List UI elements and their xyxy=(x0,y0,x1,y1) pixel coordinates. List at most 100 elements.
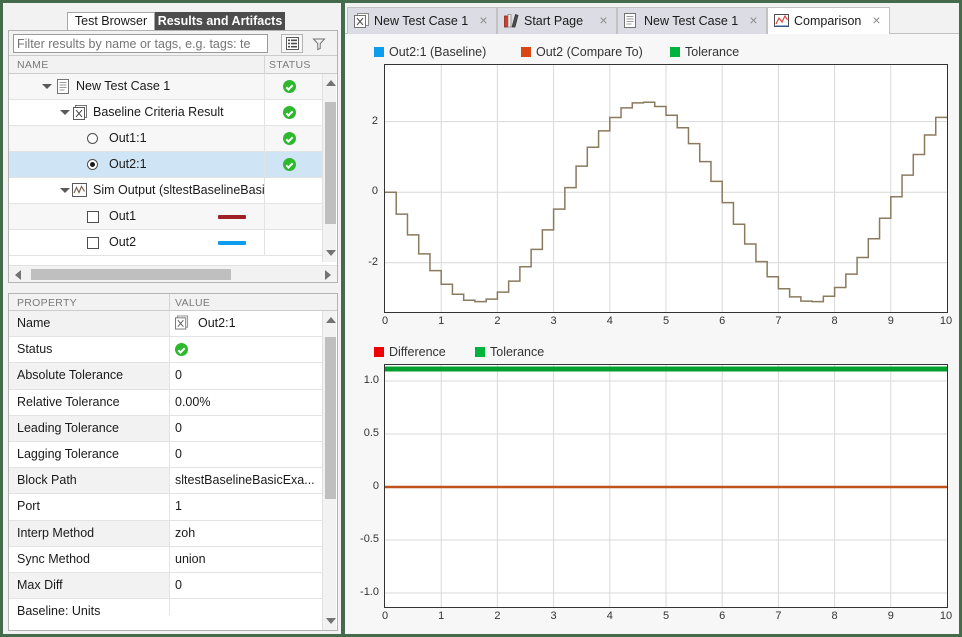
scroll-up-arrow-icon[interactable] xyxy=(326,80,336,86)
scroll-down-arrow-icon[interactable] xyxy=(326,250,336,256)
close-icon[interactable]: × xyxy=(869,13,884,28)
x-tick-label: 4 xyxy=(606,315,613,327)
property-row[interactable]: Baseline: Units xyxy=(9,599,322,615)
document-icon xyxy=(57,79,71,98)
legend-swatch xyxy=(374,347,384,357)
property-vertical-scrollbar[interactable] xyxy=(322,311,336,630)
tree-row[interactable]: Out2:1 xyxy=(9,152,322,178)
doc-tab-start-page[interactable]: Start Page × xyxy=(497,7,617,34)
right-panel: New Test Case 1 × Start Page × New Test … xyxy=(345,3,959,634)
tab-results-and-artifacts[interactable]: Results and Artifacts xyxy=(155,12,285,30)
property-row[interactable]: Name Out2:1 xyxy=(9,311,322,338)
close-icon[interactable]: × xyxy=(746,13,761,28)
scrollbar-thumb[interactable] xyxy=(31,269,231,280)
legend-label: Out2:1 (Baseline) xyxy=(389,45,487,59)
legend-label: Tolerance xyxy=(490,345,545,359)
legend-item[interactable]: Out2 (Compare To) xyxy=(521,45,643,61)
comparison-plot-icon xyxy=(774,13,790,29)
tree-col-status: STATUS xyxy=(269,59,311,71)
top-plot-area[interactable] xyxy=(384,64,948,313)
chevron-down-icon[interactable] xyxy=(42,84,52,89)
legend-item[interactable]: Difference xyxy=(374,345,446,361)
close-icon[interactable]: × xyxy=(476,13,491,28)
property-row[interactable]: Status xyxy=(9,337,322,364)
property-row[interactable]: Relative Tolerance 0.00% xyxy=(9,389,322,416)
tree-horizontal-scrollbar[interactable] xyxy=(9,265,337,282)
tree-row-status xyxy=(265,74,322,99)
x-tick-label: 0 xyxy=(381,315,389,327)
value-cell-bg xyxy=(170,337,322,363)
results-tree-panel: NAME STATUS New Test Case 1 xyxy=(8,30,338,283)
top-chart-y-axis-labels: 2 0 -2 xyxy=(350,64,380,313)
property-value: 0.00% xyxy=(175,394,211,409)
scroll-up-arrow-icon[interactable] xyxy=(326,317,336,323)
property-row[interactable]: Block Path sltestBaselineBasicExa... xyxy=(9,468,322,495)
property-key: Lagging Tolerance xyxy=(17,446,119,461)
property-row[interactable]: Sync Method union xyxy=(9,546,322,573)
filter-input[interactable] xyxy=(13,34,268,53)
property-key: Status xyxy=(17,342,53,357)
legend-label: Out2 (Compare To) xyxy=(536,45,643,59)
tree-row[interactable]: Sim Output (sltestBaselineBasi xyxy=(9,178,322,204)
results-tree[interactable]: New Test Case 1 Baseline Criteria Result xyxy=(9,74,322,262)
property-row[interactable]: Max Diff 0 xyxy=(9,572,322,600)
scroll-left-arrow-icon[interactable] xyxy=(15,270,21,280)
filter-funnel-icon[interactable] xyxy=(308,34,330,53)
property-key: Baseline: Units xyxy=(17,604,101,615)
y-tick-label: -0.5 xyxy=(360,533,379,545)
property-value: 0 xyxy=(175,420,182,435)
tree-row[interactable]: Baseline Criteria Result xyxy=(9,100,322,126)
value-cell-bg xyxy=(170,572,322,599)
property-value: sltestBaselineBasicExa... xyxy=(175,473,315,488)
property-row[interactable]: Lagging Tolerance 0 xyxy=(9,441,322,469)
close-icon[interactable]: × xyxy=(596,13,611,28)
list-view-icon[interactable] xyxy=(281,34,303,53)
legend-item[interactable]: Tolerance xyxy=(670,45,739,61)
value-cell-bg xyxy=(170,415,322,441)
signal-checkbox[interactable] xyxy=(87,237,99,249)
x-tick-label: 0 xyxy=(381,610,389,622)
tab-test-browser[interactable]: Test Browser xyxy=(67,12,155,30)
x-tick-label: 9 xyxy=(887,610,894,622)
legend-item[interactable]: Out2:1 (Baseline) xyxy=(374,45,486,61)
doc-tab-comparison[interactable]: Comparison × xyxy=(767,7,890,34)
signal-radio-on[interactable] xyxy=(87,159,98,170)
tree-row[interactable]: Out1:1 xyxy=(9,126,322,152)
value-cell-bg xyxy=(170,363,322,389)
tree-vertical-scrollbar[interactable] xyxy=(322,74,336,262)
document-tabstrip: New Test Case 1 × Start Page × New Test … xyxy=(345,3,959,34)
filter-toolbar xyxy=(9,31,337,56)
property-row[interactable]: Leading Tolerance 0 xyxy=(9,415,322,442)
property-value: 0 xyxy=(175,577,182,592)
chevron-down-icon[interactable] xyxy=(60,188,70,193)
scrollbar-thumb[interactable] xyxy=(325,102,336,224)
top-chart-legend: Out2:1 (Baseline) Out2 (Compare To) Tole… xyxy=(374,45,739,61)
property-row[interactable]: Port 1 xyxy=(9,494,322,521)
doc-tab-label: New Test Case 1 xyxy=(644,14,739,28)
signal-checkbox[interactable] xyxy=(87,211,99,223)
signal-radio-off[interactable] xyxy=(87,133,98,144)
chevron-down-icon[interactable] xyxy=(60,110,70,115)
tree-row[interactable]: New Test Case 1 xyxy=(9,74,322,100)
scrollbar-thumb[interactable] xyxy=(325,337,336,499)
legend-item[interactable]: Tolerance xyxy=(475,345,544,361)
property-row[interactable]: Interp Method zoh xyxy=(9,520,322,547)
doc-tab-new-test-case-1[interactable]: New Test Case 1 × xyxy=(617,7,767,34)
property-key: Block Path xyxy=(17,473,77,488)
x-tick-label: 7 xyxy=(775,315,782,327)
bottom-plot-area[interactable] xyxy=(384,364,948,608)
doc-tab-new-test-case-1-baseline[interactable]: New Test Case 1 × xyxy=(347,7,497,34)
legend-swatch xyxy=(475,347,485,357)
row-divider xyxy=(169,363,170,389)
application-window: Test Browser Results and Artifacts Filte… xyxy=(0,0,962,637)
row-divider xyxy=(169,468,170,494)
scroll-down-arrow-icon[interactable] xyxy=(326,618,336,624)
scroll-right-arrow-icon[interactable] xyxy=(325,270,331,280)
property-row[interactable]: Absolute Tolerance 0 xyxy=(9,363,322,390)
bottom-chart-legend: Difference Tolerance xyxy=(374,345,574,361)
tree-row[interactable]: Out1 xyxy=(9,204,322,230)
tree-row[interactable]: Out2 xyxy=(9,230,322,256)
x-tick-label: 2 xyxy=(494,315,501,327)
property-header: PROPERTY VALUE xyxy=(9,294,337,311)
x-tick-label: 2 xyxy=(494,610,501,622)
